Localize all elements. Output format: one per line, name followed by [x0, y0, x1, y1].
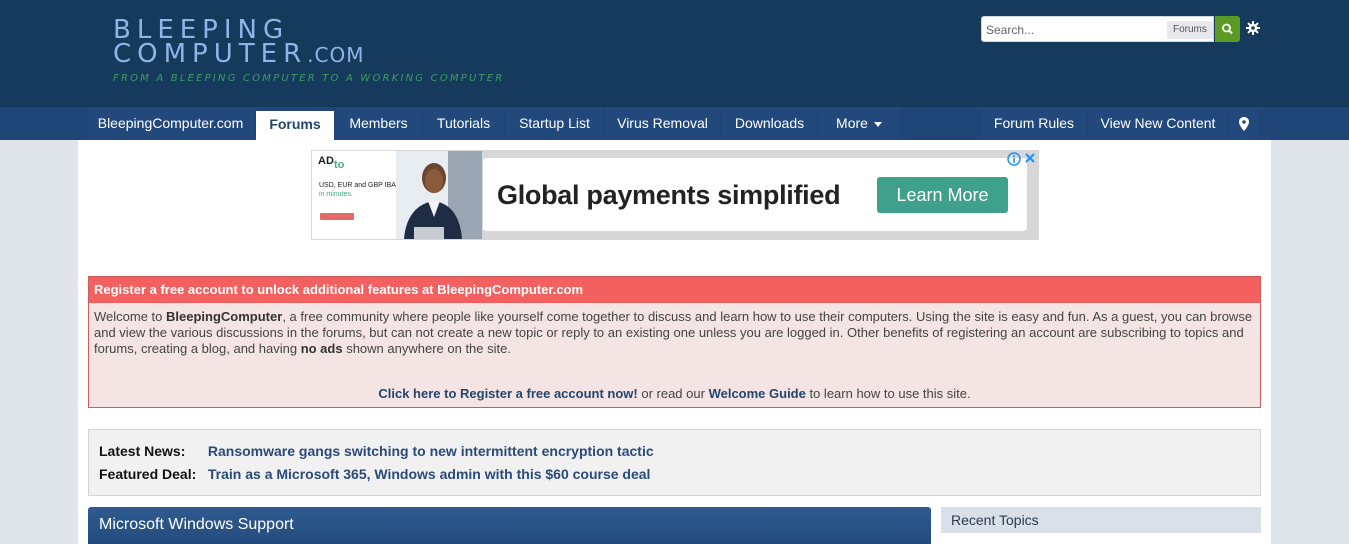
welcome-guide-link[interactable]: Welcome Guide [709, 386, 806, 401]
ad-person-image [396, 151, 482, 239]
featured-deal-row: Featured Deal: Train as a Microsoft 365,… [99, 466, 650, 482]
register-link[interactable]: Click here to Register a free account no… [378, 386, 637, 401]
ad-small-button [320, 213, 354, 220]
ad-label: AD [318, 155, 334, 167]
nav-item-forum-rules[interactable]: Forum Rules [982, 107, 1086, 140]
search-input[interactable] [986, 21, 1161, 39]
nav-item-more[interactable]: More [819, 107, 899, 140]
featured-deal-link[interactable]: Train as a Microsoft 365, Windows admin … [208, 466, 651, 482]
nav-item-bleepingcomputer[interactable]: BleepingComputer.com [87, 107, 254, 140]
nav-item-startup-list[interactable]: Startup List [506, 107, 603, 140]
featured-deal-label: Featured Deal: [99, 466, 197, 482]
search-box: Forums [981, 16, 1214, 42]
search-scope-button[interactable]: Forums [1167, 21, 1213, 39]
nav-item-view-new-content[interactable]: View New Content [1088, 107, 1228, 140]
register-notice-title: Register a free account to unlock additi… [89, 277, 1260, 303]
ad-learn-more-button[interactable]: Learn More [877, 177, 1008, 213]
latest-news-link[interactable]: Ransomware gangs switching to new interm… [208, 443, 654, 459]
ad-headline: Global payments simplified [497, 180, 841, 210]
ad-card: Global payments simplified Learn More [483, 158, 1027, 231]
nav-item-tutorials[interactable]: Tutorials [423, 107, 504, 140]
news-box: Latest News: Ransomware gangs switching … [88, 429, 1261, 496]
advertisement-banner[interactable]: AD to USD, EUR and GBP IBANs in minutes.… [311, 150, 1039, 240]
caret-down-icon [873, 121, 882, 127]
recent-topics-body [941, 533, 1261, 544]
nav-item-virus-removal[interactable]: Virus Removal [605, 107, 720, 140]
gear-icon[interactable] [1245, 19, 1261, 37]
map-marker-icon [1239, 117, 1249, 132]
nav-item-downloads[interactable]: Downloads [722, 107, 817, 140]
nav-item-members[interactable]: Members [336, 107, 421, 140]
nav-more-label: More [836, 115, 868, 131]
latest-news-label: Latest News: [99, 443, 186, 459]
nav-item-forums[interactable]: Forums [256, 111, 334, 140]
site-logo[interactable]: BLEEPING COMPUTER.COM [113, 17, 365, 69]
ad-brand: to [334, 159, 345, 171]
windows-support-header[interactable]: Microsoft Windows Support [88, 507, 931, 544]
recent-topics-header: Recent Topics [941, 507, 1261, 533]
ad-close-icon[interactable] [1023, 151, 1037, 165]
latest-news-row: Latest News: Ransomware gangs switching … [99, 443, 654, 459]
site-tagline: FROM A BLEEPING COMPUTER TO A WORKING CO… [113, 73, 505, 84]
register-notice: Register a free account to unlock additi… [88, 276, 1261, 408]
search-button[interactable] [1215, 16, 1240, 42]
nav-item-location[interactable] [1230, 107, 1258, 140]
register-notice-text: Welcome to BleepingComputer, a free comm… [94, 309, 1253, 356]
search-icon [1222, 23, 1233, 35]
ad-info-icon[interactable] [1007, 152, 1021, 166]
logo-line-2: COMPUTER.COM [113, 39, 365, 69]
ad-small-text: USD, EUR and GBP IBANs in minutes. [319, 182, 405, 198]
register-cta: Click here to Register a free account no… [378, 386, 971, 401]
